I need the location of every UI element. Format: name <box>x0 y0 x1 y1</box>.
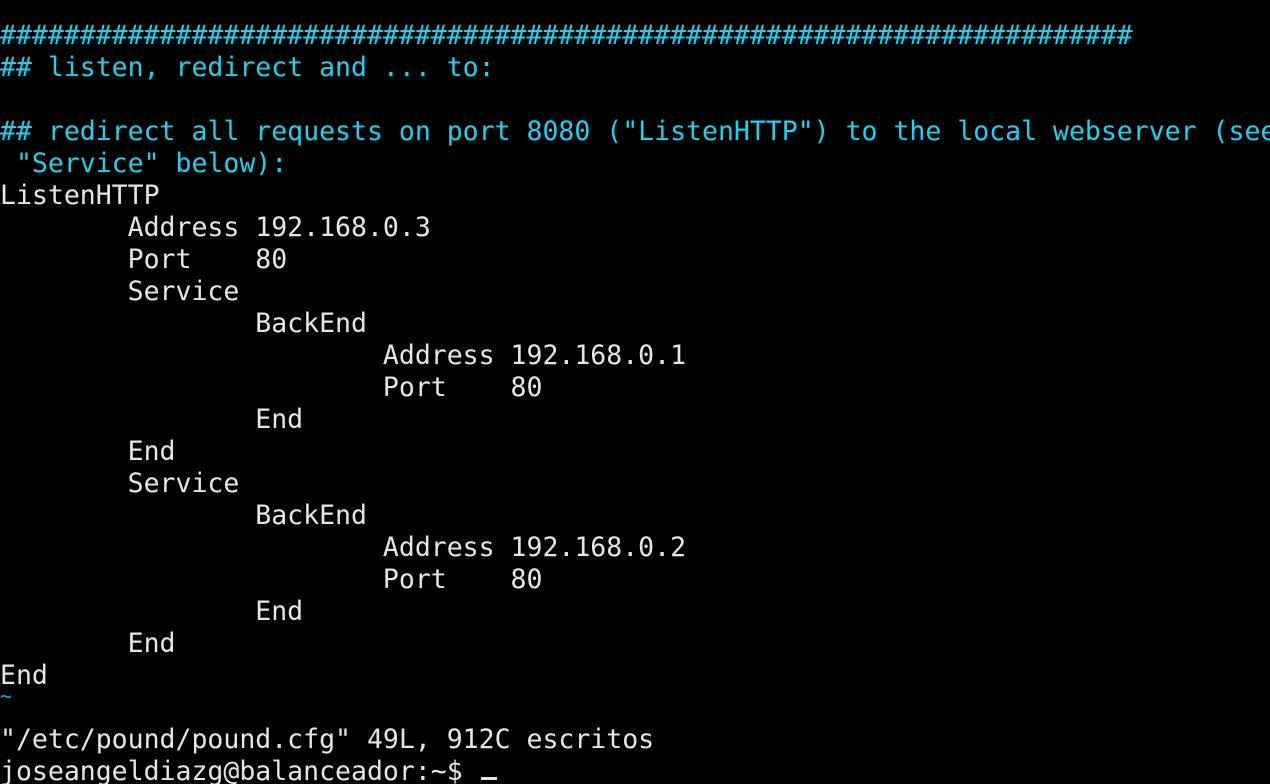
config-line-service: Service <box>0 276 240 307</box>
config-line-address: Address 192.168.0.3 <box>0 212 431 243</box>
shell-prompt: joseangeldiazg@balanceador:~$ <box>0 756 463 784</box>
config-line-service-end: End <box>0 436 176 467</box>
config-line-backend: BackEnd <box>0 308 367 339</box>
config-line-backend-address: Address 192.168.0.2 <box>0 532 687 563</box>
config-line-backend-port: Port 80 <box>0 372 543 403</box>
config-line-service-end: End <box>0 628 176 659</box>
comment-line-redirect: ## redirect all requests on port 8080 ("… <box>0 116 1270 147</box>
config-line-backend-end: End <box>0 404 304 435</box>
config-line-backend-port: Port 80 <box>0 564 543 595</box>
config-line-listenhttp: ListenHTTP <box>0 180 160 211</box>
comment-line-service-below: "Service" below): <box>0 148 288 179</box>
terminal-window[interactable]: ########################################… <box>0 0 1270 784</box>
config-line-service: Service <box>0 468 240 499</box>
vim-empty-line-tilde: ~ <box>0 686 13 706</box>
vim-status-message: "/etc/pound/pound.cfg" 49L, 912C escrito… <box>0 724 655 755</box>
comment-line-listen: ## listen, redirect and ... to: <box>0 52 495 83</box>
comment-line-hash-border: ########################################… <box>0 20 1133 51</box>
config-line-backend-address: Address 192.168.0.1 <box>0 340 687 371</box>
text-cursor <box>480 777 497 780</box>
shell-prompt-line[interactable]: joseangeldiazg@balanceador:~$ <box>0 756 1270 784</box>
config-line-backend-end: End <box>0 596 304 627</box>
config-line-port: Port 80 <box>0 244 288 275</box>
config-line-backend: BackEnd <box>0 500 367 531</box>
